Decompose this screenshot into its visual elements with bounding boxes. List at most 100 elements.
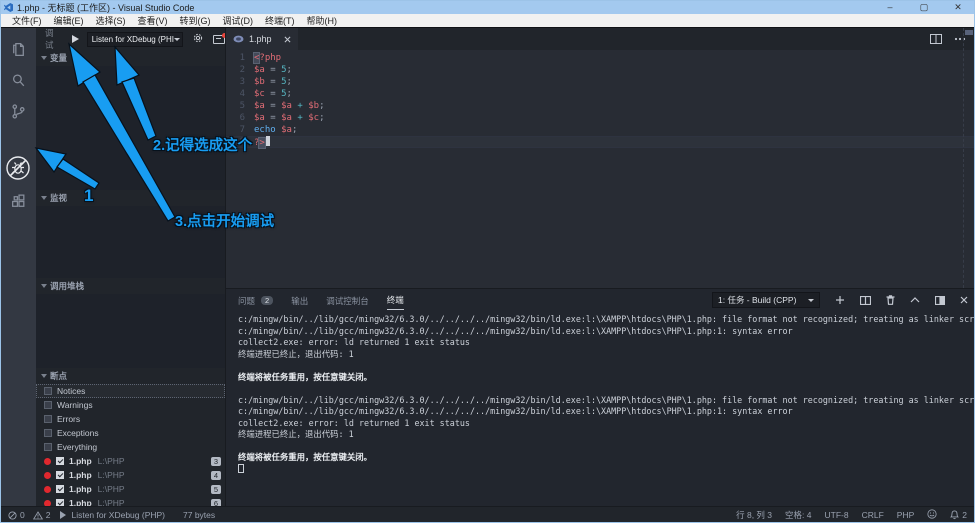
debug-sidebar: 调试 Listen for XDebug (PHI 变量 监视 调用堆栈 断点 … <box>36 28 225 506</box>
breakpoint-path: L:\PHP <box>98 484 125 494</box>
code-editor[interactable]: 1<?php2$a = 5;3$b = 5;4$c = 5;5$a = $a +… <box>226 50 975 288</box>
terminal-output[interactable]: c:/mingw/bin/../lib/gcc/mingw32/6.3.0/..… <box>238 314 975 475</box>
close-panel-icon[interactable] <box>960 296 968 304</box>
language-mode-status[interactable]: PHP <box>897 510 914 520</box>
notifications-bell[interactable]: 2 <box>950 510 967 520</box>
breakpoint-dot-icon <box>44 472 51 479</box>
panel-tab-item[interactable]: 输出 <box>291 290 308 310</box>
search-icon[interactable] <box>0 65 36 95</box>
code-token: ; <box>319 101 324 111</box>
menu-item[interactable]: 转到(G) <box>174 14 217 27</box>
new-terminal-icon[interactable] <box>835 295 845 305</box>
terminal-line: 终端进程已终止，退出代码: 1 <box>238 349 975 361</box>
minimize-button[interactable]: – <box>873 2 907 12</box>
code-line[interactable]: 6$a = $a + $c; <box>226 112 975 124</box>
start-debug-button[interactable] <box>72 35 79 43</box>
kill-terminal-trash-icon[interactable] <box>886 295 895 305</box>
feedback-smiley-icon[interactable] <box>927 509 937 521</box>
debug-console-icon[interactable] <box>213 35 225 44</box>
code-line[interactable]: 2$a = 5; <box>226 64 975 76</box>
code-token: > <box>259 138 264 148</box>
code-line[interactable]: 7echo $a; <box>226 124 975 136</box>
breakpoint-file: 1.php <box>69 470 92 480</box>
breakpoint-filter-row[interactable]: Notices <box>36 384 225 398</box>
code-token: = <box>265 65 281 75</box>
breakpoint-row[interactable]: 1.phpL:\PHP5 <box>36 482 225 496</box>
terminal-line <box>238 464 975 476</box>
panel-tab-active[interactable]: 终端 <box>387 290 404 310</box>
panel-tab-label: 问题 <box>238 295 255 307</box>
terminal-instance-dropdown[interactable]: 1: 任务 - Build (CPP) <box>712 292 820 308</box>
overview-ruler[interactable] <box>963 28 964 288</box>
file-size-status[interactable]: 77 bytes <box>183 510 215 520</box>
maximize-panel-icon[interactable] <box>935 296 945 305</box>
tab-close-icon[interactable] <box>284 36 291 43</box>
menu-item[interactable]: 编辑(E) <box>48 14 90 27</box>
callstack-panel <box>36 294 225 368</box>
code-line[interactable]: 4$c = 5; <box>226 88 975 100</box>
checkbox-unchecked[interactable] <box>44 387 52 395</box>
tab-1php[interactable]: 1.php <box>226 28 298 50</box>
line-number: 3 <box>226 76 254 88</box>
breakpoint-filter-row[interactable]: Errors <box>36 412 225 426</box>
problems-status[interactable]: 0 2 <box>8 510 50 520</box>
split-terminal-icon[interactable] <box>860 296 871 305</box>
code-line[interactable]: 3$b = 5; <box>226 76 975 88</box>
explorer-icon[interactable] <box>0 34 36 64</box>
close-button[interactable]: ✕ <box>941 2 975 13</box>
chevron-up-icon[interactable] <box>910 297 920 303</box>
code-text: echo $a; <box>254 124 297 136</box>
debug-icon[interactable] <box>0 153 36 183</box>
section-callstack[interactable]: 调用堆栈 <box>36 278 225 294</box>
menu-item[interactable]: 查看(V) <box>132 14 174 27</box>
code-line[interactable]: 1<?php <box>226 52 975 64</box>
terminal-line <box>238 441 975 453</box>
panel-tab-item[interactable]: 调试控制台 <box>326 290 369 310</box>
menu-item[interactable]: 帮助(H) <box>301 14 344 27</box>
panel-tab-label: 终端 <box>387 294 404 306</box>
code-line[interactable]: 8?> <box>226 136 975 148</box>
section-breakpoints[interactable]: 断点 <box>36 368 225 384</box>
debug-status[interactable]: Listen for XDebug (PHP) <box>60 510 165 520</box>
cursor-position-status[interactable]: 行 8, 列 3 <box>736 509 772 521</box>
breakpoint-filter-row[interactable]: Everything <box>36 440 225 454</box>
section-watch[interactable]: 监视 <box>36 190 225 206</box>
maximize-button[interactable]: ▢ <box>907 2 941 13</box>
checkbox-unchecked[interactable] <box>44 401 52 409</box>
breakpoint-row[interactable]: 1.phpL:\PHP3 <box>36 454 225 468</box>
checkbox-unchecked[interactable] <box>44 415 52 423</box>
checkbox-checked[interactable] <box>56 471 64 479</box>
breakpoint-row[interactable]: 1.phpL:\PHP4 <box>36 468 225 482</box>
checkbox-unchecked[interactable] <box>44 429 52 437</box>
breakpoint-filter-row[interactable]: Warnings <box>36 398 225 412</box>
panel-tabs: 问题2 输出调试控制台 终端 <box>238 290 422 310</box>
code-token: = <box>265 89 281 99</box>
breakpoint-filter-row[interactable]: Exceptions <box>36 426 225 440</box>
eol-status[interactable]: CRLF <box>862 510 884 520</box>
bell-icon <box>950 510 959 520</box>
menu-item[interactable]: 文件(F) <box>6 14 48 27</box>
code-token: ; <box>287 89 292 99</box>
code-line[interactable]: 5$a = $a + $b; <box>226 100 975 112</box>
checkbox-checked[interactable] <box>56 485 64 493</box>
source-control-icon[interactable] <box>0 96 36 126</box>
debug-configure-gear-icon[interactable] <box>192 32 204 46</box>
menu-item[interactable]: 终端(T) <box>259 14 301 27</box>
split-editor-icon[interactable] <box>930 34 942 44</box>
section-variables[interactable]: 变量 <box>36 50 225 66</box>
encoding-status[interactable]: UTF-8 <box>824 510 848 520</box>
code-token: $a <box>254 113 265 123</box>
line-number: 2 <box>226 64 254 76</box>
extensions-icon[interactable] <box>0 186 36 216</box>
indentation-status[interactable]: 空格: 4 <box>785 509 811 521</box>
terminal-line <box>238 360 975 372</box>
more-actions-icon[interactable] <box>954 37 966 41</box>
code-token: $a <box>281 101 292 111</box>
checkbox-unchecked[interactable] <box>44 443 52 451</box>
menu-item[interactable]: 选择(S) <box>90 14 132 27</box>
menu-item[interactable]: 调试(D) <box>217 14 260 27</box>
debug-config-dropdown[interactable]: Listen for XDebug (PHI <box>87 32 183 47</box>
panel-tab-item[interactable]: 问题2 <box>238 290 273 310</box>
watch-panel <box>36 206 225 278</box>
checkbox-checked[interactable] <box>56 457 64 465</box>
